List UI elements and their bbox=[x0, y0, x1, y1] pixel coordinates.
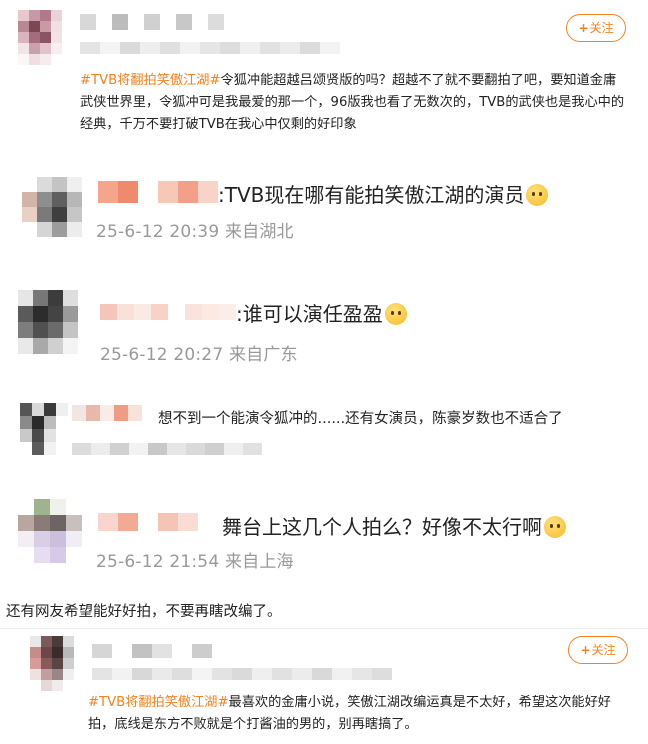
smirk-emoji-icon bbox=[384, 303, 407, 325]
post-card-1: +关注 #TVB将翻拍笑傲江湖#令狐冲能超越吕颂贤版的吗？超越不了就不要翻拍了吧… bbox=[0, 0, 648, 160]
reply-meta: 25-6-12 21:54 来自上海 bbox=[96, 552, 294, 572]
hashtag-link[interactable]: #TVB将翻拍笑傲江湖# bbox=[80, 73, 221, 88]
username-blurred[interactable] bbox=[72, 405, 156, 421]
post-text: #TVB将翻拍笑傲江湖#最喜欢的金庸小说，笑傲江湖改编运真是不太好，希望这次能好… bbox=[88, 692, 628, 736]
reply-meta: 25-6-12 20:39 来自湖北 bbox=[96, 222, 294, 242]
follow-label: 关注 bbox=[589, 21, 614, 35]
reply-card-4: 舞台上这几个人拍么？好像不太行啊 25-6-12 21:54 来自上海 bbox=[0, 495, 648, 585]
plus-icon: + bbox=[578, 21, 589, 35]
reply-card-3: 想不到一个能演令狐冲的......还有女演员，陈豪岁数也不适合了 bbox=[0, 395, 648, 475]
avatar[interactable] bbox=[30, 636, 74, 691]
follow-button[interactable]: +关注 bbox=[568, 636, 628, 664]
username-blurred[interactable] bbox=[98, 513, 218, 531]
username-blurred[interactable] bbox=[80, 14, 240, 30]
divider bbox=[0, 628, 648, 629]
article-text: 还有网友希望能好好拍，不要再瞎改编了。 bbox=[6, 604, 282, 620]
plus-icon: + bbox=[580, 643, 591, 657]
thinking-emoji-icon bbox=[526, 184, 549, 206]
reply-card-2: :谁可以演任盈盈 25-6-12 20:27 来自广东 bbox=[0, 280, 648, 380]
post-meta-blurred bbox=[92, 668, 392, 680]
laughing-tears-emoji-icon bbox=[544, 516, 566, 538]
avatar[interactable] bbox=[18, 10, 62, 65]
post-meta-blurred bbox=[80, 42, 340, 54]
reply-meta-blurred bbox=[72, 443, 262, 455]
avatar[interactable] bbox=[18, 290, 78, 356]
username-blurred[interactable] bbox=[98, 181, 218, 203]
username-blurred[interactable] bbox=[100, 304, 236, 320]
reply-card-1: :TVB现在哪有能拍笑傲江湖的演员 25-6-12 20:39 来自湖北 bbox=[0, 165, 648, 255]
post-text: #TVB将翻拍笑傲江湖#令狐冲能超越吕颂贤版的吗？超越不了就不要翻拍了吧，要知道… bbox=[80, 70, 625, 136]
avatar[interactable] bbox=[18, 499, 82, 565]
follow-button[interactable]: +关注 bbox=[566, 14, 626, 42]
username-blurred[interactable] bbox=[92, 644, 232, 658]
reply-text: 想不到一个能演令狐冲的......还有女演员，陈豪岁数也不适合了 bbox=[158, 411, 563, 427]
reply-text: :TVB现在哪有能拍笑傲江湖的演员 bbox=[218, 179, 549, 208]
reply-meta: 25-6-12 20:27 来自广东 bbox=[100, 345, 298, 365]
reply-text: :谁可以演任盈盈 bbox=[236, 298, 407, 327]
post-card-2: +关注 #TVB将翻拍笑傲江湖#最喜欢的金庸小说，笑傲江湖改编运真是不太好，希望… bbox=[0, 630, 648, 744]
avatar[interactable] bbox=[22, 177, 82, 237]
reply-text: 舞台上这几个人拍么？好像不太行啊 bbox=[222, 511, 566, 540]
avatar[interactable] bbox=[20, 403, 68, 455]
hashtag-link[interactable]: #TVB将翻拍笑傲江湖# bbox=[88, 695, 229, 710]
follow-label: 关注 bbox=[591, 643, 616, 657]
